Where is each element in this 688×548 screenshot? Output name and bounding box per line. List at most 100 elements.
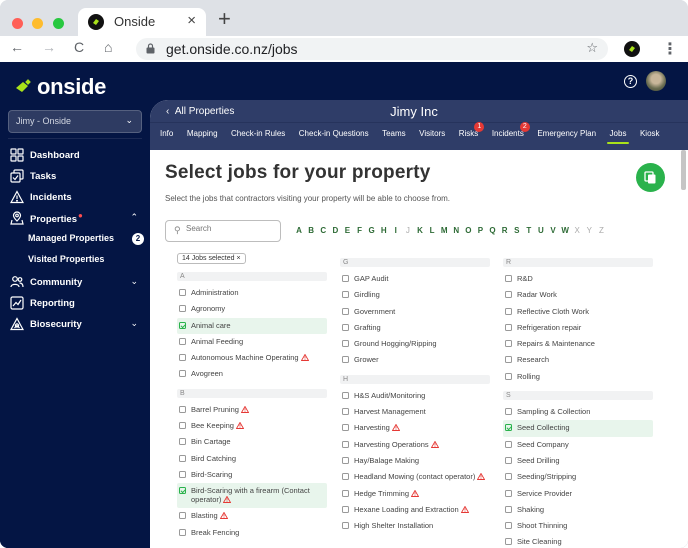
new-tab-button[interactable]: + (218, 8, 231, 30)
letter-filter-g[interactable]: G (366, 226, 378, 235)
content-scrollbar[interactable] (681, 150, 686, 190)
checkbox[interactable] (342, 340, 349, 348)
job-option[interactable]: Girdling (340, 287, 490, 303)
job-option[interactable]: R&D (503, 271, 653, 287)
job-option[interactable]: High Shelter Installation (340, 518, 490, 534)
checkbox[interactable] (505, 505, 512, 513)
copy-jobs-button[interactable] (636, 163, 665, 192)
checkbox[interactable] (505, 275, 512, 282)
organisation-select[interactable]: Jimy - Onside ⌄ (8, 110, 142, 133)
job-option[interactable]: Autonomous Machine Operating (177, 350, 327, 366)
job-option[interactable]: Refrigeration repair (503, 320, 653, 336)
checkbox[interactable] (179, 528, 186, 536)
job-option[interactable]: Reflective Cloth Work (503, 304, 653, 320)
job-option[interactable]: Repairs & Maintenance (503, 336, 653, 352)
tab-emergency-plan[interactable]: Emergency Plan (537, 129, 596, 145)
checkbox[interactable] (342, 456, 349, 464)
sidebar-item-visited-properties[interactable]: Visited Properties (28, 254, 144, 270)
checkbox[interactable] (179, 470, 186, 478)
checkbox[interactable] (342, 424, 349, 432)
checkbox[interactable] (505, 307, 512, 315)
job-option[interactable]: Headland Mowing (contact operator) (340, 469, 490, 485)
maximize-window-button[interactable] (53, 18, 64, 29)
letter-filter-a[interactable]: A (293, 226, 305, 235)
sidebar-item-community[interactable]: Community ⌄ (10, 273, 142, 291)
checkbox[interactable] (505, 372, 512, 380)
checkbox[interactable] (342, 440, 349, 448)
job-option[interactable]: H&S Audit/Monitoring (340, 388, 490, 404)
job-option[interactable]: Hedge Trimming (340, 486, 490, 502)
tab-check-in-rules[interactable]: Check-in Rules (231, 129, 285, 145)
sidebar-item-dashboard[interactable]: Dashboard (10, 146, 142, 164)
letter-filter-t[interactable]: T (523, 226, 535, 235)
letter-filter-k[interactable]: K (414, 226, 426, 235)
checkbox[interactable] (505, 522, 512, 530)
tab-incidents[interactable]: Incidents 2 (492, 122, 530, 145)
tab-close-icon[interactable]: × (187, 12, 196, 29)
tab-check-in-questions[interactable]: Check-in Questions (299, 129, 369, 145)
checkbox[interactable] (505, 440, 512, 448)
job-option[interactable]: Administration (177, 285, 327, 301)
job-option[interactable]: Agronomy (177, 301, 327, 317)
letter-filter-r[interactable]: R (499, 226, 511, 235)
reload-icon[interactable]: C (74, 39, 84, 55)
sidebar-item-reporting[interactable]: Reporting (10, 294, 142, 312)
job-option[interactable]: Hay/Balage Making (340, 453, 490, 469)
letter-filter-i[interactable]: I (390, 226, 402, 235)
checkbox[interactable] (179, 289, 186, 296)
job-option[interactable]: Seed Collecting (503, 420, 653, 437)
checkbox[interactable] (505, 340, 512, 348)
job-option[interactable]: Rolling (503, 369, 653, 385)
job-option[interactable]: Sampling & Collection (503, 404, 653, 420)
letter-filter-m[interactable]: M (438, 226, 450, 235)
browser-menu-icon[interactable]: ⋮ (662, 39, 678, 59)
checkbox[interactable] (505, 356, 512, 364)
job-option[interactable]: Hexane Loading and Extraction (340, 502, 490, 518)
onside-logo[interactable]: onside (14, 74, 106, 99)
onside-extension-icon[interactable] (624, 41, 640, 57)
job-option[interactable]: Break Fencing (177, 525, 327, 541)
letter-filter-c[interactable]: C (317, 226, 329, 235)
job-option[interactable]: Shaking (503, 502, 653, 518)
checkbox[interactable] (505, 473, 512, 481)
job-option[interactable]: Avogreen (177, 366, 327, 382)
job-option[interactable]: Harvesting Operations (340, 437, 490, 453)
checkbox[interactable] (342, 275, 349, 282)
checkbox[interactable] (505, 408, 512, 416)
sidebar-item-managed-properties[interactable]: Managed Properties 2 (28, 233, 144, 249)
letter-filter-l[interactable]: L (426, 226, 438, 235)
letter-filter-v[interactable]: V (547, 226, 559, 235)
letter-filter-s[interactable]: S (511, 226, 523, 235)
checkbox-checked[interactable] (505, 424, 512, 432)
jobs-selected-chip[interactable]: 14 Jobs selected × (177, 253, 246, 264)
letter-filter-p[interactable]: P (474, 226, 486, 235)
letter-filter-f[interactable]: F (353, 226, 365, 235)
checkbox[interactable] (342, 323, 349, 331)
letter-filter-w[interactable]: W (559, 226, 571, 235)
help-icon[interactable]: ? (624, 75, 637, 88)
checkbox[interactable] (505, 489, 512, 497)
job-option[interactable]: Research (503, 352, 653, 368)
job-option[interactable]: Bee Keeping (177, 418, 327, 434)
checkbox[interactable] (179, 438, 186, 446)
job-option[interactable]: Seeding/Stripping (503, 469, 653, 485)
checkbox[interactable] (505, 291, 512, 299)
letter-filter-d[interactable]: D (329, 226, 341, 235)
back-arrow-icon[interactable]: ← (10, 39, 24, 55)
checkbox[interactable] (342, 473, 349, 481)
tab-visitors[interactable]: Visitors (419, 129, 445, 145)
checkbox[interactable] (179, 422, 186, 430)
minimize-window-button[interactable] (32, 18, 43, 29)
checkbox[interactable] (179, 370, 186, 378)
job-option[interactable]: Ground Hogging/Ripping (340, 336, 490, 352)
sidebar-item-incidents[interactable]: Incidents (10, 188, 142, 206)
tab-mapping[interactable]: Mapping (187, 129, 218, 145)
url-text[interactable]: get.onside.co.nz/jobs (166, 41, 298, 57)
address-bar[interactable]: get.onside.co.nz/jobs ☆ (136, 38, 608, 60)
job-option[interactable]: Grower (340, 352, 490, 368)
letter-filter-b[interactable]: B (305, 226, 317, 235)
job-option[interactable]: Blasting (177, 508, 327, 524)
checkbox[interactable] (179, 337, 186, 345)
job-option[interactable]: Harvesting (340, 420, 490, 436)
checkbox-checked[interactable] (179, 321, 186, 329)
